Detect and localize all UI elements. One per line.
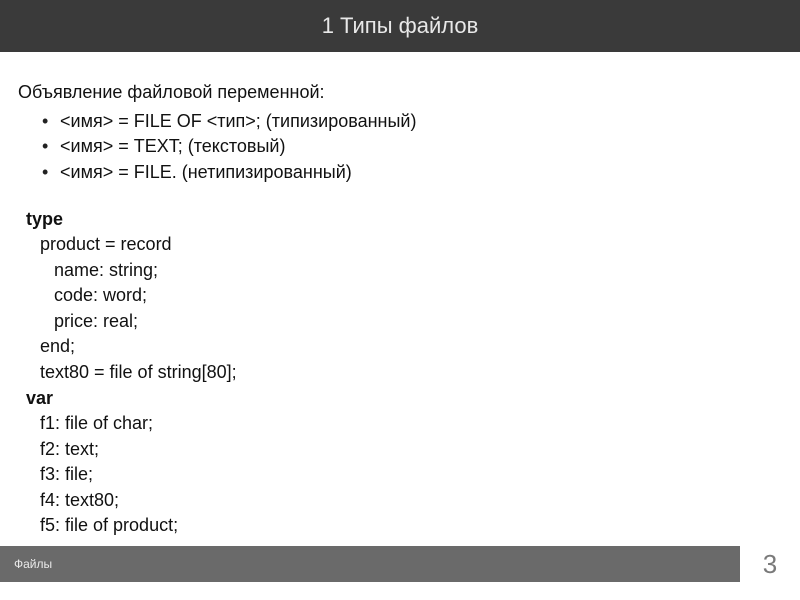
list-item: <имя> = FILE. (нетипизированный) <box>42 160 782 185</box>
keyword-var: var <box>26 386 782 412</box>
code-line: f3: file; <box>26 462 782 488</box>
code-line: product = record <box>26 232 782 258</box>
declaration-list: <имя> = FILE OF <тип>; (типизированный) … <box>42 109 782 185</box>
page-number: 3 <box>740 546 800 582</box>
code-line: f1: file of char; <box>26 411 782 437</box>
keyword-type: type <box>26 207 782 233</box>
slide-header: 1 Типы файлов <box>0 0 800 52</box>
slide-content: Объявление файловой переменной: <имя> = … <box>0 52 800 539</box>
footer-bar: Файлы <box>0 546 740 582</box>
code-line: f5: file of product; <box>26 513 782 539</box>
slide-title: 1 Типы файлов <box>322 13 479 39</box>
code-line: text80 = file of string[80]; <box>26 360 782 386</box>
footer-label: Файлы <box>14 557 52 571</box>
code-line: code: word; <box>26 283 782 309</box>
code-line: f4: text80; <box>26 488 782 514</box>
code-line: end; <box>26 334 782 360</box>
list-item: <имя> = FILE OF <тип>; (типизированный) <box>42 109 782 134</box>
slide-footer: Файлы 3 <box>0 546 800 582</box>
list-item: <имя> = TEXT; (текстовый) <box>42 134 782 159</box>
code-line: name: string; <box>26 258 782 284</box>
code-block: type product = record name: string; code… <box>18 207 782 539</box>
code-line: f2: text; <box>26 437 782 463</box>
code-line: price: real; <box>26 309 782 335</box>
declaration-title: Объявление файловой переменной: <box>18 80 782 105</box>
